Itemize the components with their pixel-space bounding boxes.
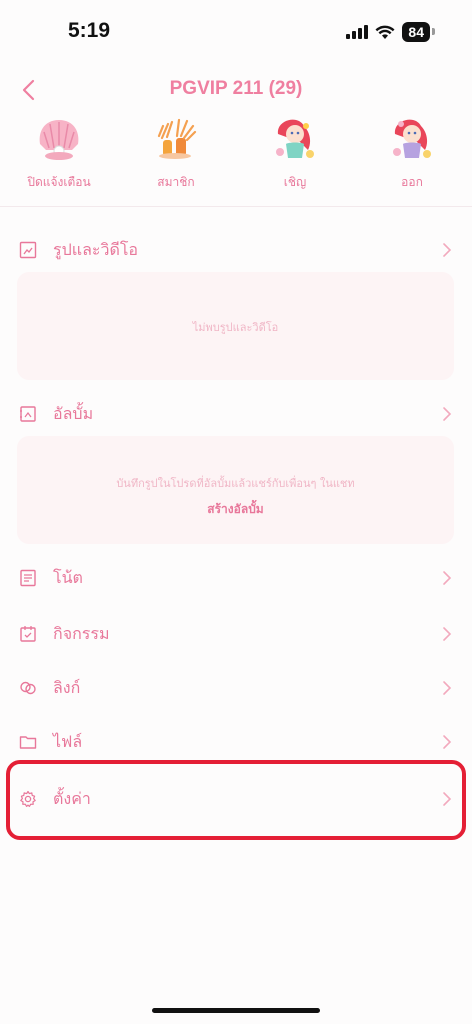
photos-empty-card: ไม่พบรูปและวิดีโอ [17, 272, 454, 380]
row-files[interactable]: ไฟล์ [0, 720, 472, 764]
folder-icon [18, 732, 38, 752]
chevron-right-icon [440, 678, 454, 698]
action-label: ออก [401, 175, 423, 189]
photos-empty-text: ไม่พบรูปและวิดีโอ [192, 321, 279, 334]
album-icon [18, 404, 38, 424]
battery-indicator: 84 [402, 22, 435, 42]
leave-button[interactable]: ออก [357, 112, 467, 192]
chevron-right-icon [440, 624, 454, 644]
row-photos-videos[interactable]: รูปและวิดีโอ [0, 228, 472, 272]
action-row: ปิดแจ้งเตือน สมาชิก เชิญ ออก [0, 112, 472, 192]
row-events[interactable]: กิจกรรม [0, 612, 472, 656]
home-indicator[interactable] [152, 1008, 320, 1013]
action-label: สมาชิก [157, 175, 195, 189]
status-icons: 84 [346, 22, 435, 42]
albums-empty-text: บันทึกรูปในโปรดที่อัลบั้มแล้วแชร์กับเพื่… [116, 477, 355, 490]
shell-icon [39, 120, 79, 160]
note-icon [18, 568, 38, 588]
chevron-right-icon [440, 732, 454, 752]
row-label: ลิงก์ [53, 677, 81, 697]
divider [0, 206, 472, 207]
mermaid-icon [393, 119, 431, 158]
action-label: เชิญ [283, 175, 307, 189]
row-label: ไฟล์ [53, 731, 83, 751]
action-label: ปิดแจ้งเตือน [27, 175, 91, 189]
mute-notifications-button[interactable]: ปิดแจ้งเตือน [4, 112, 114, 192]
status-time: 5:19 [68, 19, 111, 42]
link-icon [18, 678, 38, 698]
anemone-icon [157, 118, 197, 159]
members-button[interactable]: สมาชิก [121, 112, 231, 192]
row-label: โน้ต [53, 567, 83, 587]
chevron-right-icon [440, 568, 454, 588]
status-bar: 5:19 84 [0, 0, 472, 64]
photo-icon [18, 240, 38, 260]
signal-icon [346, 25, 369, 39]
row-settings[interactable]: ตั้งค่า [0, 777, 472, 821]
row-notes[interactable]: โน้ต [0, 556, 472, 600]
page-title: PGVIP 211 (29) [169, 78, 303, 99]
mermaid-icon [276, 119, 314, 158]
invite-button[interactable]: เชิญ [240, 112, 350, 192]
header: PGVIP 211 (29) [0, 72, 472, 108]
row-label: ตั้งค่า [53, 788, 91, 808]
chevron-right-icon [440, 789, 454, 809]
create-album-button[interactable]: สร้างอัลบั้ม [207, 500, 263, 519]
row-albums[interactable]: อัลบั้ม [0, 392, 472, 436]
row-links[interactable]: ลิงก์ [0, 666, 472, 710]
albums-empty-card: บันทึกรูปในโปรดที่อัลบั้มแล้วแชร์กับเพื่… [17, 436, 454, 544]
row-label: อัลบั้ม [53, 403, 94, 423]
gear-icon [18, 789, 38, 809]
wifi-icon [375, 25, 395, 39]
chevron-right-icon [440, 240, 454, 260]
chevron-right-icon [440, 404, 454, 424]
row-label: รูปและวิดีโอ [53, 239, 139, 259]
row-label: กิจกรรม [53, 623, 110, 643]
calendar-check-icon [18, 624, 38, 644]
